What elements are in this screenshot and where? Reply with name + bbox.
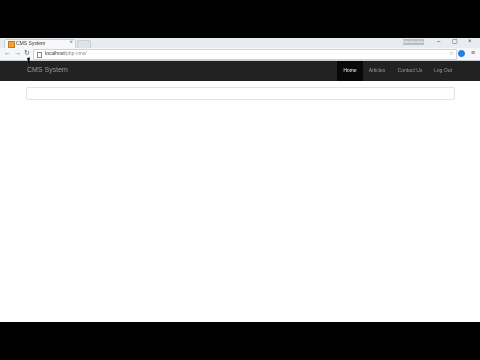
- forward-icon[interactable]: →: [14, 49, 21, 59]
- tab-strip: CMS System × Narasimhan – ▢ ×: [0, 38, 480, 49]
- browser-window: CMS System × Narasimhan – ▢ × ← → ↻ loca…: [0, 38, 480, 322]
- nav-item-log-out[interactable]: Log Out: [430, 61, 456, 81]
- url-text: localhost/php-cms/: [45, 51, 87, 57]
- extension-icon[interactable]: [458, 50, 465, 57]
- tab-close-icon[interactable]: ×: [69, 40, 73, 47]
- nav-item-contact-us[interactable]: Contact Us: [393, 61, 427, 81]
- site-brand[interactable]: CMS System: [27, 67, 68, 74]
- bookmark-star-icon[interactable]: ☆: [449, 50, 454, 59]
- url-path: /php-cms/: [64, 51, 87, 57]
- close-window-icon[interactable]: ×: [468, 38, 472, 47]
- page-icon: [37, 52, 42, 58]
- nav-item-articles[interactable]: Articles: [365, 61, 389, 81]
- site-navbar: CMS System Home Articles Contact Us Log …: [0, 61, 480, 81]
- maximize-icon[interactable]: ▢: [452, 38, 458, 47]
- browser-toolbar: ← → ↻ localhost/php-cms/ ☆ ≡: [0, 48, 480, 61]
- back-icon[interactable]: ←: [4, 49, 11, 59]
- page-favicon-icon: [8, 41, 15, 48]
- nav-item-home[interactable]: Home: [337, 61, 363, 81]
- minimize-icon[interactable]: –: [437, 38, 440, 47]
- browser-menu-icon[interactable]: ≡: [471, 48, 475, 59]
- content-well: [26, 87, 455, 100]
- address-bar[interactable]: localhost/php-cms/ ☆: [33, 49, 457, 60]
- tab-title: CMS System: [16, 41, 46, 47]
- url-host: localhost: [45, 51, 65, 57]
- user-profile-badge[interactable]: Narasimhan: [403, 39, 425, 45]
